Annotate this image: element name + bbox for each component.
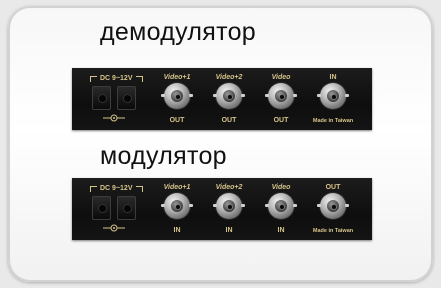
mod-power-jack-2 (117, 196, 136, 220)
mod-port-1-top: Video+1 (163, 184, 191, 191)
demod-port-2-top: Video+2 (215, 74, 243, 81)
mod-port-3-bottom: IN (277, 227, 285, 234)
demod-bnc-connector-4 (317, 83, 349, 109)
demod-port-4-top: IN (329, 74, 337, 81)
mod-bnc-connector-3 (265, 193, 297, 219)
mod-port-2-top: Video+2 (215, 184, 243, 191)
demodulator-rear-panel: DC 9~12V Video+1 OUT Video+2 OUT Video O… (72, 68, 372, 130)
modulator-rear-panel: DC 9~12V Video+1 IN Video+2 IN Video IN … (72, 178, 372, 240)
polarity-icon (103, 114, 125, 122)
demod-port-3-bottom: OUT (273, 117, 289, 124)
polarity-icon (103, 224, 125, 232)
demodulator-title: демодулятор (100, 18, 256, 46)
mod-power-jack-1 (92, 196, 111, 220)
demod-port-1-bottom: OUT (169, 117, 185, 124)
demod-port-3-top: Video (271, 74, 291, 81)
mod-port-4-top: OUT (325, 184, 341, 191)
demod-port-1-top: Video+1 (163, 74, 191, 81)
demod-bnc-connector-1 (161, 83, 193, 109)
mod-port-3-top: Video (271, 184, 291, 191)
demod-power-jack-1 (92, 86, 111, 110)
demod-made-in-label: Made in Taiwan (312, 118, 354, 124)
mod-power-label: DC 9~12V (90, 185, 143, 192)
demod-bnc-connector-3 (265, 83, 297, 109)
demod-power-label: DC 9~12V (90, 75, 143, 82)
mod-port-2-bottom: IN (225, 227, 233, 234)
mod-bnc-connector-1 (161, 193, 193, 219)
mod-bnc-connector-2 (213, 193, 245, 219)
mod-bnc-connector-4 (317, 193, 349, 219)
mod-made-in-label: Made in Taiwan (312, 228, 354, 234)
demod-port-2-bottom: OUT (221, 117, 237, 124)
modulator-title: модулятор (100, 142, 227, 170)
demod-power-jack-2 (117, 86, 136, 110)
demod-bnc-connector-2 (213, 83, 245, 109)
mod-port-1-bottom: IN (173, 227, 181, 234)
